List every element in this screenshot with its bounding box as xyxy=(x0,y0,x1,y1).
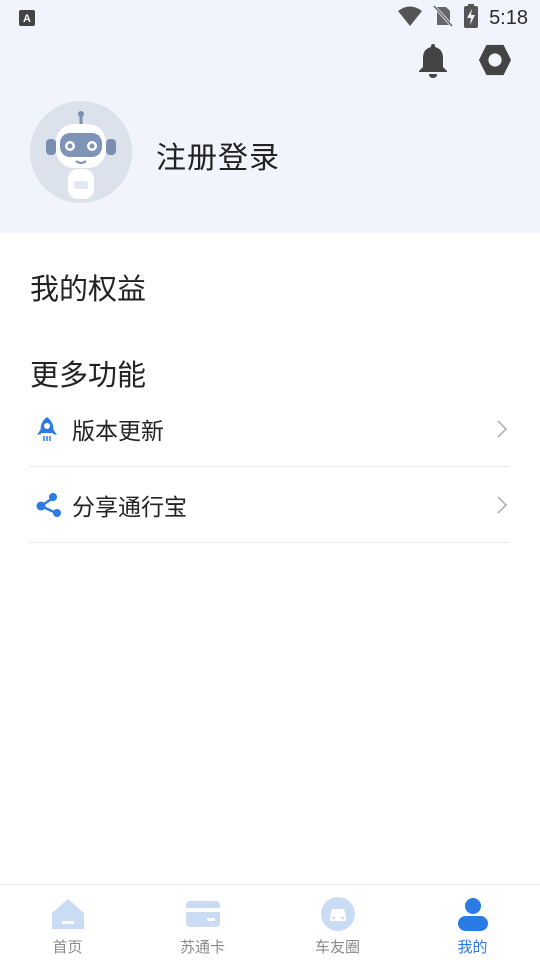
tab-home[interactable]: 首页 xyxy=(0,885,135,960)
tab-mine[interactable]: 我的 xyxy=(405,885,540,960)
tab-su-tong-card[interactable]: 苏通卡 xyxy=(135,885,270,960)
clock-time: 5:18 xyxy=(489,6,528,29)
tab-label: 车友圈 xyxy=(314,938,360,956)
car-icon xyxy=(318,896,358,932)
keyboard-a-icon: A xyxy=(18,9,36,27)
settings-gear-icon[interactable] xyxy=(478,42,512,78)
menu-item-share-app[interactable]: 分享通行宝 xyxy=(30,467,510,543)
home-icon xyxy=(48,896,88,932)
tab-label: 首页 xyxy=(52,938,83,956)
more-features-title: 更多功能 xyxy=(30,358,147,392)
battery-charging-icon xyxy=(463,4,479,32)
notification-bell-icon[interactable] xyxy=(416,42,450,78)
no-sim-icon xyxy=(432,4,454,31)
bottom-tab-bar: 首页 苏通卡 车友圈 我的 xyxy=(0,884,540,960)
chevron-right-icon xyxy=(496,418,508,440)
status-bar: A 5:18 xyxy=(0,0,540,36)
menu-item-label: 版本更新 xyxy=(72,418,164,445)
rocket-icon xyxy=(30,414,66,444)
chevron-right-icon xyxy=(496,494,508,516)
tab-label: 苏通卡 xyxy=(179,938,225,956)
my-rights-title: 我的权益 xyxy=(30,272,147,306)
wifi-icon xyxy=(397,5,423,31)
menu-item-label: 分享通行宝 xyxy=(72,494,187,521)
tab-label: 我的 xyxy=(457,938,488,956)
avatar[interactable] xyxy=(30,101,132,203)
svg-text:A: A xyxy=(23,13,31,25)
share-icon xyxy=(30,490,66,520)
tab-car-friends[interactable]: 车友圈 xyxy=(270,885,405,960)
register-login-link[interactable]: 注册登录 xyxy=(156,133,280,177)
menu-item-version-update[interactable]: 版本更新 xyxy=(30,391,510,467)
card-icon xyxy=(183,896,223,932)
robot-icon xyxy=(30,101,132,203)
person-icon xyxy=(453,896,493,932)
